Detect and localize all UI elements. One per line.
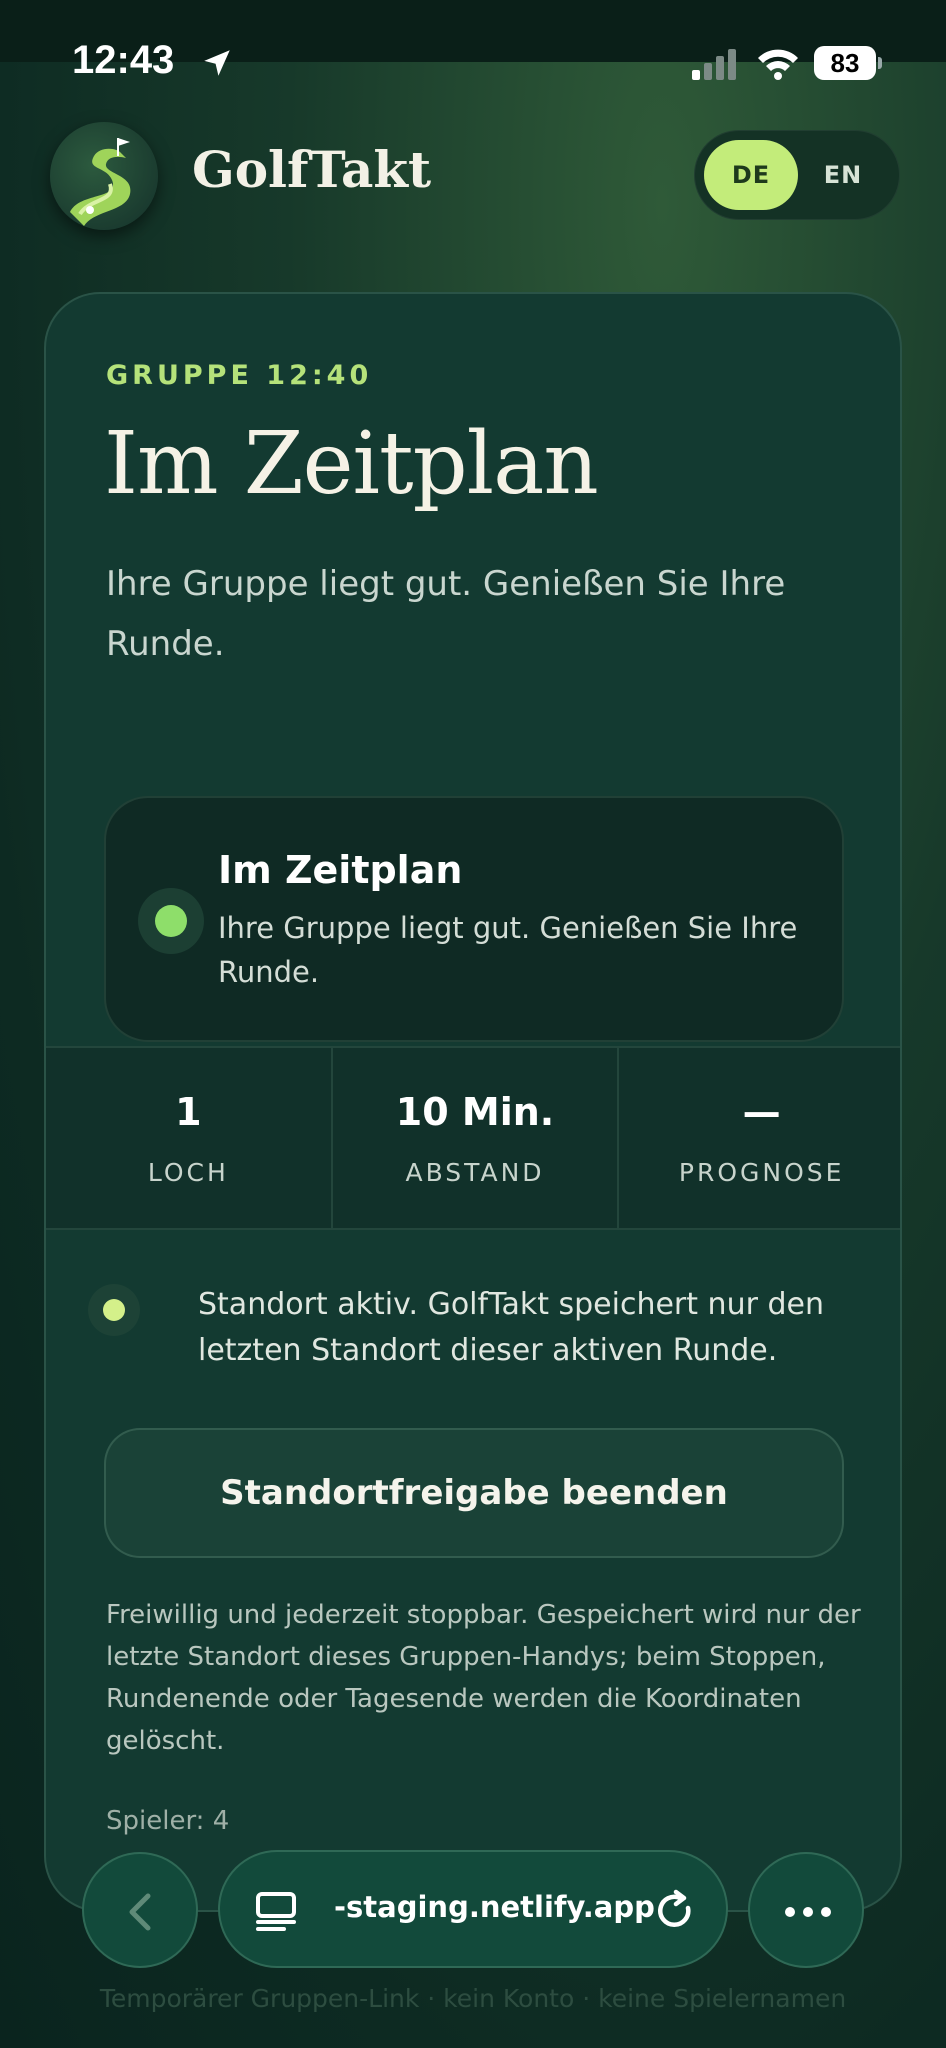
location-dot-icon bbox=[103, 1299, 125, 1321]
player-count: Spieler: 4 bbox=[106, 1806, 230, 1836]
chevron-left-icon bbox=[129, 1893, 151, 1931]
golftakt-logo bbox=[50, 122, 158, 230]
address-bar[interactable]: -staging.netlify.app bbox=[218, 1850, 728, 1968]
battery-level: 83 bbox=[814, 46, 876, 80]
wifi-icon bbox=[758, 49, 798, 80]
brand-name: GolfTakt bbox=[192, 140, 432, 199]
status-dot-icon bbox=[155, 905, 187, 937]
metric-label: LOCH bbox=[147, 1158, 229, 1187]
reload-icon[interactable] bbox=[652, 1888, 698, 1934]
location-arrow-icon bbox=[204, 50, 230, 76]
status-title: Im Zeitplan bbox=[218, 848, 463, 892]
metric-forecast: — PROGNOSE bbox=[619, 1048, 900, 1228]
metric-label: ABSTAND bbox=[405, 1158, 545, 1187]
status-indicator bbox=[138, 888, 204, 954]
metric-hole: 1 LOCH bbox=[46, 1048, 333, 1228]
schedule-status-box: Im Zeitplan Ihre Gruppe liegt gut. Genie… bbox=[104, 796, 844, 1042]
group-label: GRUPPE 12:40 bbox=[106, 360, 373, 391]
metric-value: 1 bbox=[175, 1090, 202, 1134]
language-toggle[interactable]: DE EN bbox=[694, 130, 900, 220]
status-time: 12:43 bbox=[72, 38, 175, 82]
lang-de-button[interactable]: DE bbox=[704, 140, 798, 210]
browser-back-button[interactable] bbox=[82, 1852, 198, 1968]
page-menu-icon[interactable] bbox=[254, 1888, 298, 1932]
location-active-indicator bbox=[88, 1284, 140, 1336]
metric-label: PROGNOSE bbox=[678, 1158, 845, 1187]
status-bar: 12:43 83 bbox=[0, 0, 946, 82]
more-dots-icon bbox=[785, 1907, 831, 1917]
golf-course-icon bbox=[70, 138, 131, 226]
status-card: GRUPPE 12:40 Im Zeitplan Ihre Gruppe lie… bbox=[44, 292, 902, 1912]
metric-gap: 10 Min. ABSTAND bbox=[333, 1048, 620, 1228]
battery-indicator: 83 bbox=[814, 46, 882, 80]
location-status-text: Standort aktiv. GolfTakt speichert nur d… bbox=[198, 1287, 824, 1368]
privacy-disclaimer: Freiwillig und jederzeit stoppbar. Gespe… bbox=[106, 1600, 861, 1756]
footer-note: Temporärer Gruppen-Link · kein Konto · k… bbox=[99, 1984, 847, 2013]
battery-tip bbox=[878, 57, 882, 69]
metric-value: — bbox=[742, 1090, 781, 1134]
lang-en-button[interactable]: EN bbox=[796, 140, 890, 210]
stop-location-sharing-button[interactable]: Standortfreigabe beenden bbox=[104, 1428, 844, 1558]
metric-value: 10 Min. bbox=[395, 1090, 555, 1134]
intro-text: Ihre Gruppe liegt gut. Genießen Sie Ihre… bbox=[106, 564, 786, 664]
browser-more-button[interactable] bbox=[748, 1852, 864, 1968]
cellular-signal-icon bbox=[692, 49, 736, 80]
url-text[interactable]: -staging.netlify.app bbox=[334, 1890, 655, 1924]
page-title: Im Zeitplan bbox=[104, 414, 599, 514]
metrics-row: 1 LOCH 10 Min. ABSTAND — PROGNOSE bbox=[46, 1046, 900, 1230]
status-description: Ihre Gruppe liegt gut. Genießen Sie Ihre… bbox=[218, 911, 798, 989]
